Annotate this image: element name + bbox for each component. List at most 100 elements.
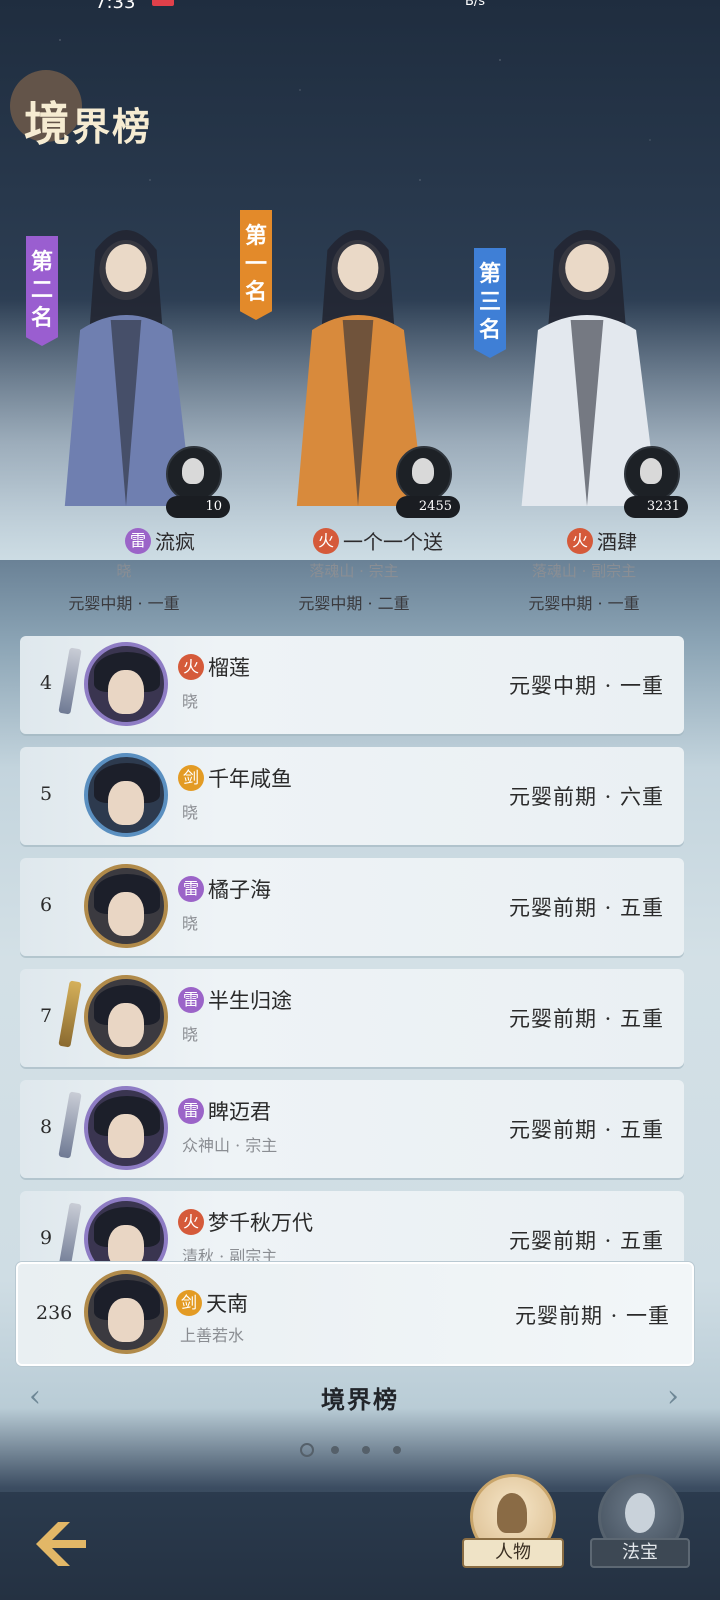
network-speed: B/s	[465, 0, 486, 9]
pager-title: 境界榜	[321, 1385, 399, 1414]
status-bar: 7:33 B/s	[0, 0, 720, 13]
ranking-row[interactable]: 4 火榴莲晓 元婴中期 · 一重	[20, 636, 684, 734]
podium-realm: 元婴中期 · 二重	[298, 594, 410, 613]
next-page-arrow-icon[interactable]: ›	[656, 1380, 690, 1414]
realm-label: 元婴前期 · 六重	[508, 785, 664, 809]
avatar-face	[108, 1298, 144, 1342]
element-icon: 火	[178, 1209, 204, 1235]
character-tab-label[interactable]: 人物	[462, 1538, 564, 1568]
element-icon: 雷	[178, 987, 204, 1013]
element-icon: 剑	[178, 765, 204, 791]
element-icon: 火	[313, 527, 339, 554]
gold-sword-frame-icon	[58, 980, 82, 1048]
player-name: 梦千秋万代	[208, 1211, 313, 1235]
name-line: 剑千年咸鱼	[178, 763, 292, 793]
player-name: 半生归途	[208, 989, 292, 1013]
avatar-face	[108, 781, 144, 825]
like-badge[interactable]	[166, 446, 222, 502]
like-count: 2455	[396, 496, 460, 518]
name-line: 雷橘子海	[178, 874, 271, 904]
like-count: 10	[166, 496, 230, 518]
name-line: 雷半生归途	[178, 985, 292, 1015]
self-rank-row[interactable]: 236 剑天南 上善若水 元婴前期 · 一重	[16, 1262, 694, 1366]
like-badge[interactable]	[396, 446, 452, 502]
gourd-icon	[625, 1493, 655, 1533]
rank-number: 8	[39, 1116, 53, 1138]
sect-label: 晓	[182, 803, 199, 822]
rank-number: 4	[39, 672, 53, 694]
player-name: 一个一个送	[343, 530, 443, 554]
title-main: 境	[24, 97, 72, 151]
name-line: 火梦千秋万代	[178, 1207, 313, 1237]
self-rank: 236	[36, 1302, 73, 1324]
page-dot[interactable]	[331, 1446, 339, 1454]
player-name: 千年咸鱼	[208, 767, 292, 791]
avatar-like-icon	[412, 458, 434, 484]
sect-label: 晓	[182, 1025, 199, 1044]
rank-banner: 第一名	[240, 210, 272, 320]
sword-element-icon: 剑	[176, 1290, 202, 1316]
self-avatar	[84, 1270, 168, 1354]
element-icon: 雷	[178, 1098, 204, 1124]
ranking-row[interactable]: 7 雷半生归途晓 元婴前期 · 五重	[20, 969, 684, 1067]
avatar	[84, 864, 168, 948]
player-name: 榴莲	[208, 656, 250, 680]
element-icon: 雷	[125, 527, 151, 554]
sword-frame-icon	[58, 1091, 82, 1159]
player-name: 酒肆	[597, 530, 637, 554]
player-name: 睥迈君	[208, 1100, 271, 1124]
self-sect: 上善若水	[180, 1326, 245, 1345]
avatar-face	[108, 1003, 144, 1047]
avatar-face	[108, 670, 144, 714]
ranking-row[interactable]: 5 剑千年咸鱼晓 元婴前期 · 六重	[20, 747, 684, 845]
avatar-face	[108, 1114, 144, 1158]
podium-realm: 元婴中期 · 一重	[68, 594, 180, 613]
self-realm: 元婴前期 · 一重	[514, 1304, 670, 1328]
self-name-line: 剑天南	[176, 1288, 248, 1318]
sword-frame-icon	[58, 1202, 82, 1270]
character-icon	[497, 1493, 527, 1533]
element-icon: 火	[178, 654, 204, 680]
rank-number: 9	[39, 1227, 53, 1249]
podium-realm: 元婴中期 · 一重	[528, 594, 640, 613]
like-count: 3231	[624, 496, 688, 518]
back-arrow-icon	[36, 1522, 86, 1566]
element-icon: 雷	[178, 876, 204, 902]
podium-name[interactable]: 火酒肆	[512, 526, 692, 555]
avatar	[84, 753, 168, 837]
ranking-list[interactable]: 4 火榴莲晓元婴中期 · 一重 5 剑千年咸鱼晓元婴前期 · 六重 6 雷橘子海晓元婴前期…	[20, 636, 700, 1274]
record-indicator-icon	[152, 0, 174, 6]
page-dot[interactable]	[362, 1446, 370, 1454]
realm-label: 元婴前期 · 五重	[508, 1118, 664, 1142]
rank-number: 7	[39, 1005, 53, 1027]
sword-frame-icon	[58, 647, 82, 715]
page-dot[interactable]	[300, 1443, 314, 1457]
podium-sect: 落魂山 · 宗主	[309, 562, 399, 580]
sect-label: 晓	[182, 914, 199, 933]
status-time: 7:33	[95, 0, 136, 13]
avatar	[84, 975, 168, 1059]
avatar	[84, 1086, 168, 1170]
rank-number: 5	[39, 783, 53, 805]
avatar-like-icon	[640, 458, 662, 484]
avatar-like-icon	[182, 458, 204, 484]
realm-label: 元婴前期 · 五重	[508, 896, 664, 920]
name-line: 火榴莲	[178, 652, 250, 682]
title-rest: 界榜	[72, 104, 153, 149]
rank-number: 6	[39, 894, 53, 916]
back-button[interactable]	[30, 1514, 92, 1574]
avatar	[84, 642, 168, 726]
ranking-row[interactable]: 8 雷睥迈君众神山 · 宗主 元婴前期 · 五重	[20, 1080, 684, 1178]
sect-label: 晓	[182, 692, 199, 711]
self-name: 天南	[206, 1292, 248, 1316]
podium-sect: 落魂山 · 副宗主	[531, 562, 637, 580]
like-badge[interactable]	[624, 446, 680, 502]
podium-name[interactable]: 火一个一个送	[288, 526, 468, 555]
podium-name[interactable]: 雷流疯	[70, 526, 250, 555]
ranking-row[interactable]: 6 雷橘子海晓 元婴前期 · 五重	[20, 858, 684, 956]
podium-sect: 晓	[116, 562, 132, 580]
page-dot[interactable]	[393, 1446, 401, 1454]
treasure-tab-label[interactable]: 法宝	[590, 1538, 690, 1568]
screen-title: 境界榜	[24, 88, 152, 154]
sect-label: 众神山 · 宗主	[182, 1136, 278, 1155]
